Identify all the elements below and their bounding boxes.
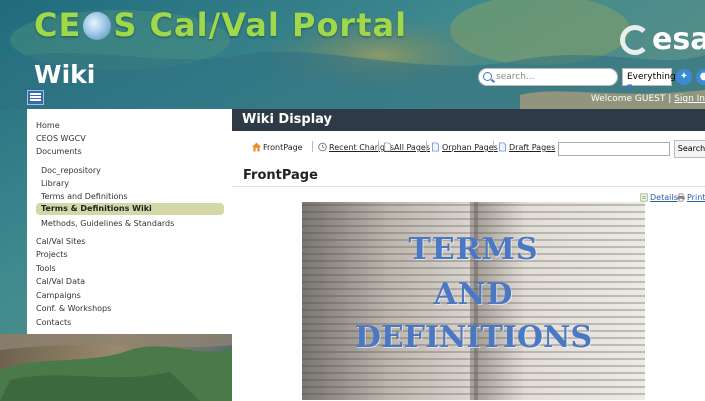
toolbar-divider — [312, 141, 313, 152]
esa-swirl-icon — [620, 25, 650, 55]
section-title: Wiki — [34, 60, 96, 89]
sidebar-item-doc-repository[interactable]: Doc_repository — [41, 166, 101, 175]
sidebar-item-calval-data[interactable]: Cal/Val Data — [36, 277, 85, 286]
print-label: Print — [687, 193, 705, 202]
sidebar-item-home[interactable]: Home — [36, 121, 60, 130]
sidebar-item-projects[interactable]: Projects — [36, 250, 68, 259]
chevron-down-icon: ▼ — [627, 83, 633, 91]
details-label: Details — [650, 193, 678, 202]
banner-line-and: AND — [433, 277, 514, 312]
details-icon — [640, 193, 648, 202]
all-pages-link[interactable]: All Pages — [383, 142, 430, 152]
toolbar-divider — [426, 141, 427, 152]
globe-icon — [83, 12, 112, 40]
sidebar-item-terms-wiki[interactable]: Terms & Definitions Wiki — [36, 203, 224, 215]
site-search-input[interactable] — [496, 70, 611, 84]
twitter-icon[interactable]: ✦ — [676, 69, 692, 85]
details-link[interactable]: Details — [640, 193, 678, 202]
print-link[interactable]: Print — [677, 193, 705, 202]
terms-definitions-banner: TERMS AND DEFINITIONS — [302, 202, 645, 400]
welcome-bar: Welcome GUEST | Sign In — [591, 94, 705, 104]
orphan-pages-link[interactable]: Orphan Pages — [431, 142, 498, 152]
panel-title: Wiki Display — [232, 109, 705, 131]
page-icon — [383, 142, 392, 152]
frontpage-label: FrontPage — [263, 143, 303, 152]
heading-divider — [232, 186, 705, 187]
wiki-search-input[interactable] — [558, 142, 670, 156]
home-icon — [252, 142, 261, 152]
banner-line-definitions: DEFINITIONS — [354, 320, 593, 355]
logo-prefix: CE — [34, 6, 82, 44]
all-pages-label: All Pages — [394, 143, 430, 152]
sidebar-item-terms-definitions[interactable]: Terms and Definitions — [41, 192, 128, 201]
site-search[interactable] — [478, 68, 618, 86]
printer-icon — [677, 193, 685, 202]
welcome-text: Welcome GUEST | — [590, 94, 672, 104]
sidebar-item-calval-sites[interactable]: Cal/Val Sites — [36, 237, 85, 246]
esa-logo[interactable]: esa — [620, 22, 705, 57]
logo-suffix: S Cal/Val Portal — [113, 6, 408, 44]
wiki-search-button[interactable]: Search — [674, 140, 705, 158]
sidebar-item-ceos-wgcv[interactable]: CEOS WGCV — [36, 134, 86, 143]
portal-logo[interactable]: CE S Cal/Val Portal — [34, 6, 407, 44]
sidebar-item-campaigns[interactable]: Campaigns — [36, 291, 81, 300]
sidebar-nav: Home CEOS WGCV Documents Doc_repository … — [27, 109, 232, 334]
sidebar-item-conf-workshops[interactable]: Conf. & Workshops — [36, 304, 111, 313]
sign-in-link[interactable]: Sign In — [674, 94, 705, 104]
sidebar-item-contacts[interactable]: Contacts — [36, 318, 71, 327]
social-icon[interactable]: ● — [696, 69, 705, 85]
draft-page-icon — [498, 142, 507, 152]
page-title: FrontPage — [243, 168, 318, 183]
orphan-page-icon — [431, 142, 440, 152]
toolbar-divider — [378, 141, 379, 152]
sidebar-item-methods[interactable]: Methods, Guidelines & Standards — [41, 219, 174, 228]
sidebar-item-tools[interactable]: Tools — [36, 264, 56, 273]
hamburger-menu-icon[interactable] — [27, 90, 44, 105]
draft-pages-label: Draft Pages — [509, 143, 556, 152]
clock-icon — [318, 142, 327, 152]
draft-pages-link[interactable]: Draft Pages — [498, 142, 555, 152]
search-icon — [483, 72, 492, 81]
orphan-pages-label: Orphan Pages — [442, 143, 498, 152]
frontpage-link[interactable]: FrontPage — [252, 142, 303, 152]
sidebar-item-documents[interactable]: Documents — [36, 147, 82, 156]
search-scope-select[interactable]: Everything ▼ — [622, 68, 676, 91]
sidebar-item-library[interactable]: Library — [41, 179, 69, 188]
search-scope-value: Everything — [627, 72, 676, 82]
banner-line-terms: TERMS — [408, 232, 539, 267]
esa-logo-text: esa — [652, 22, 705, 57]
toolbar-divider — [493, 141, 494, 152]
